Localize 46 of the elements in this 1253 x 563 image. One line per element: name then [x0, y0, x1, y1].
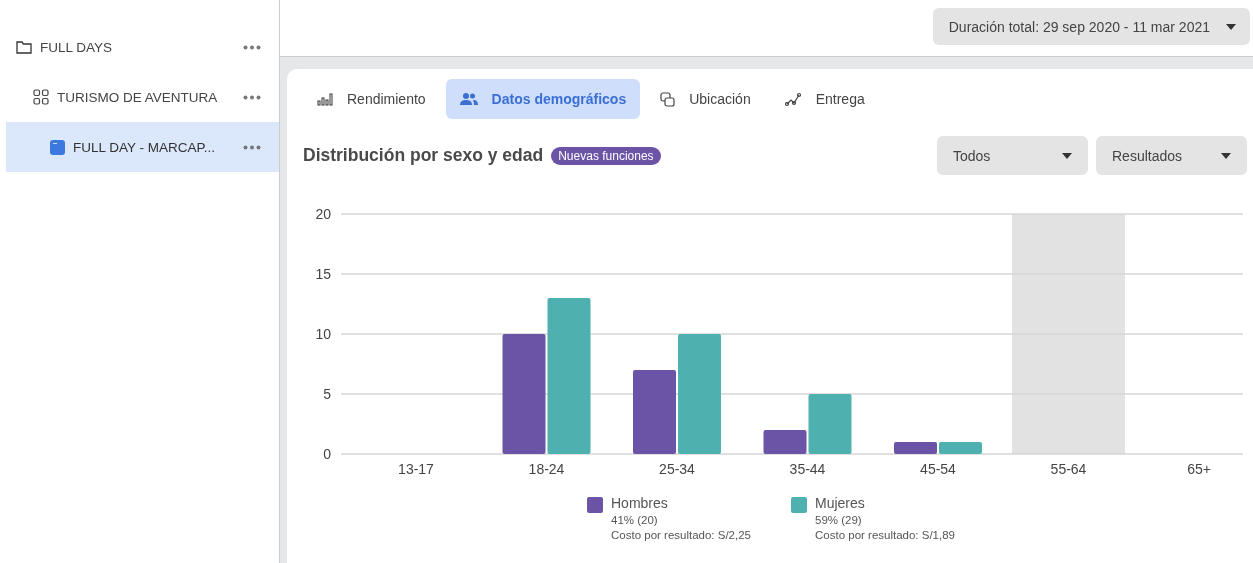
tab[interactable]: Rendimiento: [303, 79, 440, 119]
caret-icon: [1226, 23, 1236, 30]
line-chart-icon: [784, 91, 802, 107]
bar: [894, 442, 937, 454]
legend-share: 41% (20): [611, 514, 659, 526]
axis-label: 13-17: [398, 461, 434, 477]
axis-label: 0: [323, 446, 331, 462]
sidebar-item[interactable]: FULL DAY - MARCAP...: [6, 122, 279, 172]
axis-label: 55-64: [1050, 461, 1087, 477]
more-icon[interactable]: [243, 94, 261, 100]
tab[interactable]: Datos demográficos: [445, 79, 641, 119]
section-title: Distribución por sexo y edad: [303, 145, 544, 166]
sidebar-item[interactable]: FULL DAYS: [6, 22, 279, 72]
axis-label: 45-54: [920, 461, 956, 477]
overlapping-squares-icon: [660, 91, 676, 107]
tab[interactable]: Ubicación: [646, 79, 765, 119]
bar: [939, 442, 982, 454]
legend-label: Hombres: [611, 495, 669, 511]
people-icon: [459, 92, 478, 106]
legend-swatch: [587, 497, 603, 513]
axis-label: 10: [315, 326, 331, 342]
legend-swatch: [791, 497, 807, 513]
legend-cost: Costo por resultado: S/1,89: [815, 529, 955, 541]
caret-icon: [1221, 152, 1231, 159]
caret-icon: [1062, 152, 1072, 159]
more-icon[interactable]: [243, 144, 261, 150]
new-features-badge: Nuevas funciones: [551, 146, 661, 165]
axis-label: 18-24: [528, 461, 565, 477]
axis-label: 15: [315, 266, 331, 282]
folder-icon: [16, 40, 32, 54]
filter-dropdown[interactable]: Resultados: [1096, 136, 1247, 175]
axis-label: 35-44: [789, 461, 826, 477]
axis-label: 5: [323, 386, 331, 402]
more-icon[interactable]: [243, 44, 261, 50]
sidebar-item[interactable]: TURISMO DE AVENTURA: [6, 72, 279, 122]
filter-dropdown[interactable]: Todos: [937, 136, 1088, 175]
legend-label: Mujeres: [815, 495, 866, 511]
axis-label: 25-34: [659, 461, 695, 477]
date-range-dropdown[interactable]: Duración total: 29 sep 2020 - 11 mar 2021: [932, 8, 1250, 45]
legend-cost: Costo por resultado: S/2,25: [611, 529, 751, 541]
grid-icon: [33, 89, 49, 105]
axis-label: 20: [315, 206, 331, 222]
bar-chart-icon: [317, 92, 333, 106]
legend-share: 59% (29): [815, 514, 863, 526]
tab[interactable]: Entrega: [770, 79, 879, 119]
axis-label: 65+: [1187, 461, 1211, 477]
